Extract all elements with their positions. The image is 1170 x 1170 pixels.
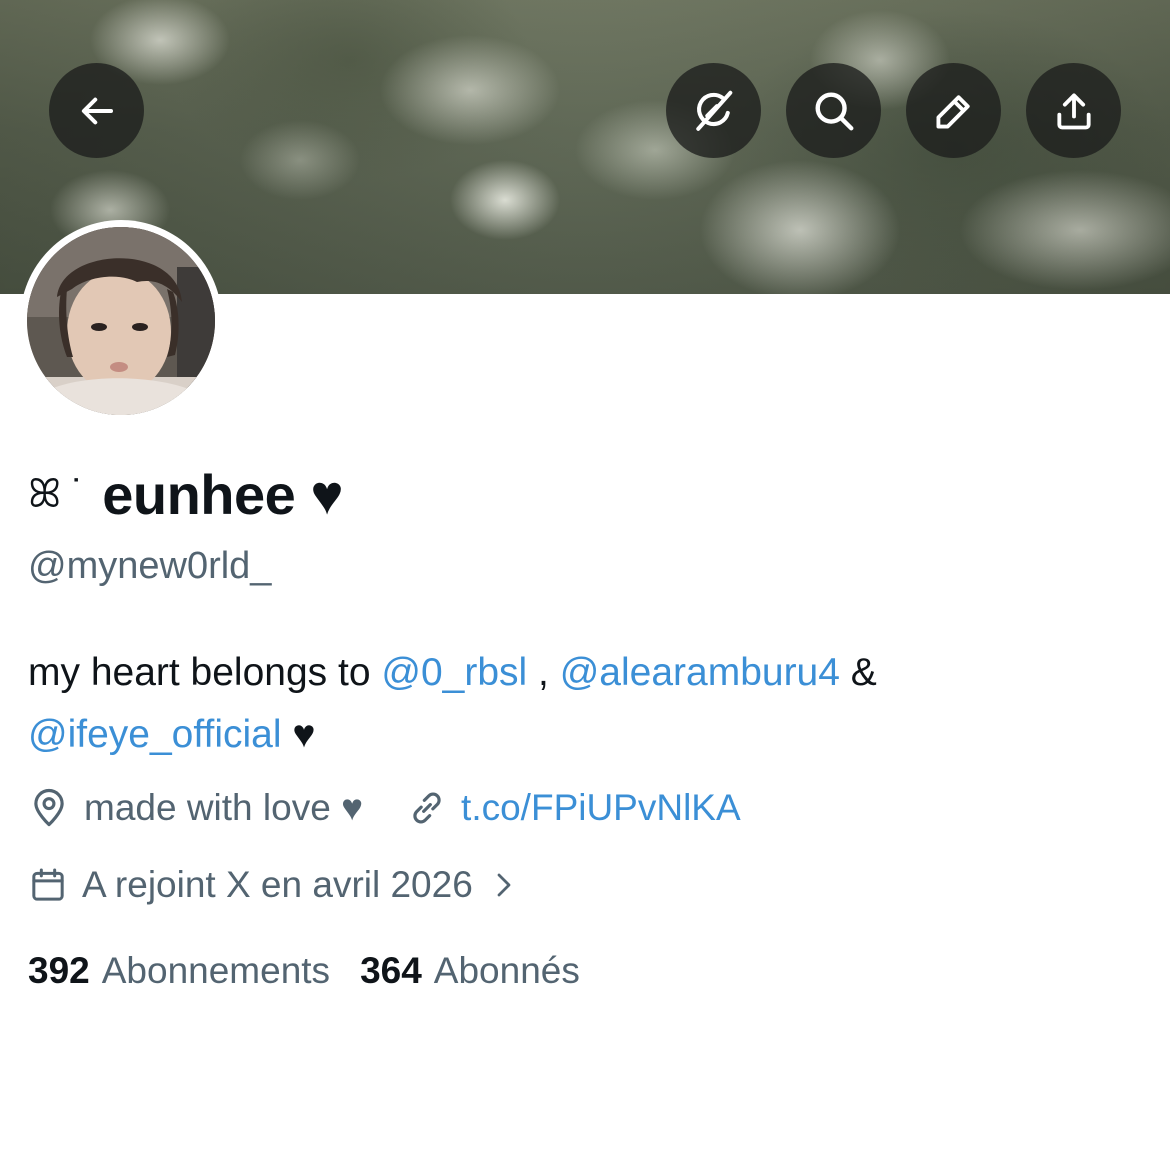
back-button[interactable] (49, 63, 144, 158)
bio-text: ♥ (281, 713, 316, 756)
profile-bio: my heart belongs to @0_rbsl , @alearambu… (28, 642, 1128, 766)
avatar-photo (27, 227, 215, 415)
website-link[interactable]: t.co/FPiUPvNlKA (461, 787, 741, 829)
calendar-icon (32, 868, 64, 901)
bio-text: , (527, 651, 560, 694)
location-text: made with love ♥ (84, 787, 364, 828)
joined-item[interactable]: A rejoint X en avril 2026 (28, 864, 531, 906)
name-prefix: ꕤ ˙ (28, 471, 85, 516)
followers-label: Abonnés (433, 950, 580, 991)
location-pin-icon (34, 788, 64, 827)
following-stat[interactable]: 392 Abonnements (28, 950, 330, 992)
joined-text: A rejoint X en avril 2026 (82, 864, 473, 905)
profile-handle: @mynew0rld_ (28, 545, 272, 587)
pencil-icon (935, 94, 970, 129)
search-icon (815, 92, 853, 130)
share-icon (1056, 92, 1091, 129)
bio-text: my heart belongs to (28, 651, 382, 694)
profile-avatar[interactable] (20, 220, 222, 422)
profile-page: ꕤ ˙ eunhee ♥ @mynew0rld_ my heart belong… (0, 0, 1170, 1170)
follow-stats: 392 Abonnements 364 Abonnés (28, 946, 580, 996)
website-item[interactable]: t.co/FPiUPvNlKA (407, 787, 741, 829)
share-button[interactable] (1026, 63, 1121, 158)
bio-mention-link[interactable]: @0_rbsl (381, 651, 527, 694)
search-button[interactable] (786, 63, 881, 158)
bio-text: & (839, 651, 877, 694)
bio-mention-link[interactable]: @ifeye_official (28, 713, 282, 756)
edit-button[interactable] (906, 63, 1001, 158)
grok-button[interactable] (666, 63, 761, 158)
following-count: 392 (28, 950, 90, 991)
location-item: made with love ♥ (28, 787, 363, 829)
followers-stat[interactable]: 364 Abonnés (360, 950, 580, 992)
bio-mention-link[interactable]: @alearamburu4 (560, 651, 840, 694)
arrow-left-icon (81, 97, 113, 124)
followers-count: 364 (360, 950, 422, 991)
following-label: Abonnements (101, 950, 331, 991)
link-icon (413, 792, 441, 824)
chevron-right-icon (497, 873, 511, 897)
display-name-row: ꕤ ˙ eunhee ♥ (28, 462, 344, 526)
display-name: eunhee ♥ (102, 462, 344, 526)
joined-row[interactable]: A rejoint X en avril 2026 (28, 860, 531, 910)
profile-meta-row: made with love ♥ t.co/FPiUPvNlKA (28, 783, 741, 833)
grok-icon (695, 90, 732, 131)
